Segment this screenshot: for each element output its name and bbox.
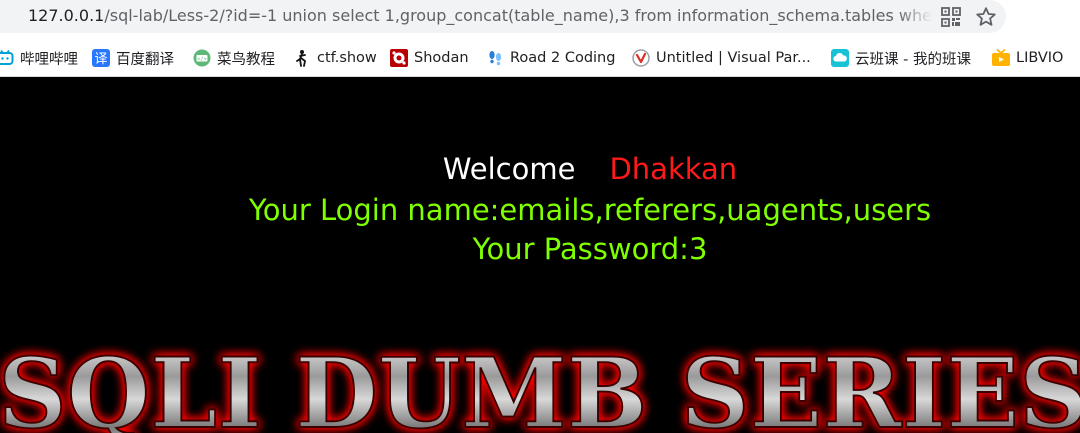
ctfshow-icon — [296, 50, 306, 67]
shodan-icon — [390, 49, 408, 67]
bookmark-runoob[interactable]: </> 菜鸟教程 — [193, 47, 275, 69]
bookmark-cloud-class[interactable]: 云班课 - 我的班课 — [831, 47, 971, 69]
url-host: 127.0.0.1 — [28, 6, 105, 25]
bookmarks-bar: 哔哩哔哩 译 百度翻译 </> 菜鸟教程 ctf.show Shodan Roa… — [0, 38, 1080, 77]
libvio-icon — [992, 49, 1010, 66]
bookmark-baidu-translate[interactable]: 译 百度翻译 — [92, 47, 174, 69]
visual-paradigm-icon — [632, 49, 650, 67]
omnibox[interactable]: 127.0.0.1/sql-lab/Less-2/?id=-1 union se… — [0, 0, 1006, 33]
baidu-translate-icon: 译 — [92, 49, 110, 67]
runoob-icon: </> — [193, 49, 211, 67]
bookmark-label: 哔哩哔哩 — [20, 51, 78, 68]
bookmark-bilibili[interactable]: 哔哩哔哩 — [0, 47, 78, 69]
banner-text: SQLI DUMB SERIES — [0, 337, 1080, 433]
bookmark-visual-paradigm[interactable]: Untitled | Visual Par... — [632, 47, 811, 69]
sqli-dumb-series-banner: SQLI DUMB SERIES — [0, 336, 1080, 433]
bookmark-label: Road 2 Coding — [510, 50, 616, 66]
bookmark-label: ctf.show — [317, 50, 377, 66]
url-text[interactable]: 127.0.0.1/sql-lab/Less-2/?id=-1 union se… — [28, 6, 933, 26]
cloud-class-icon — [831, 49, 849, 67]
page-content: Welcome Dhakkan Your Login name:emails,re… — [0, 77, 1080, 433]
bookmark-label: 百度翻译 — [116, 51, 174, 68]
bookmark-libvio[interactable]: LIBVIO — [992, 47, 1063, 69]
welcome-label: Welcome — [442, 152, 576, 186]
star-outline-icon[interactable] — [974, 5, 998, 29]
svg-text:译: 译 — [94, 52, 107, 67]
bookmark-label: Untitled | Visual Par... — [656, 50, 811, 66]
welcome-line: Welcome Dhakkan — [0, 149, 1080, 189]
address-bar: 127.0.0.1/sql-lab/Less-2/?id=-1 union se… — [0, 0, 1080, 38]
password-result: Your Password:3 — [472, 232, 708, 266]
bookmark-ctfshow[interactable]: ctf.show — [293, 47, 377, 69]
footprints-icon — [489, 51, 502, 66]
bilibili-icon — [0, 49, 14, 65]
svg-text:</>: </> — [197, 57, 208, 63]
bookmark-label: 云班课 - 我的班课 — [855, 51, 971, 68]
qr-code-icon[interactable] — [941, 7, 961, 27]
bookmark-shodan[interactable]: Shodan — [390, 47, 469, 69]
bookmark-label: Shodan — [414, 50, 469, 66]
welcome-name: Dhakkan — [609, 152, 738, 186]
login-name-result: Your Login name:emails,referers,uagents,… — [248, 193, 932, 227]
bookmark-label: 菜鸟教程 — [217, 51, 275, 68]
bookmark-road-2-coding[interactable]: Road 2 Coding — [486, 47, 615, 69]
url-path: /sql-lab/Less-2/?id=-1 union select 1,gr… — [104, 6, 933, 25]
bookmark-label: LIBVIO — [1016, 50, 1064, 66]
